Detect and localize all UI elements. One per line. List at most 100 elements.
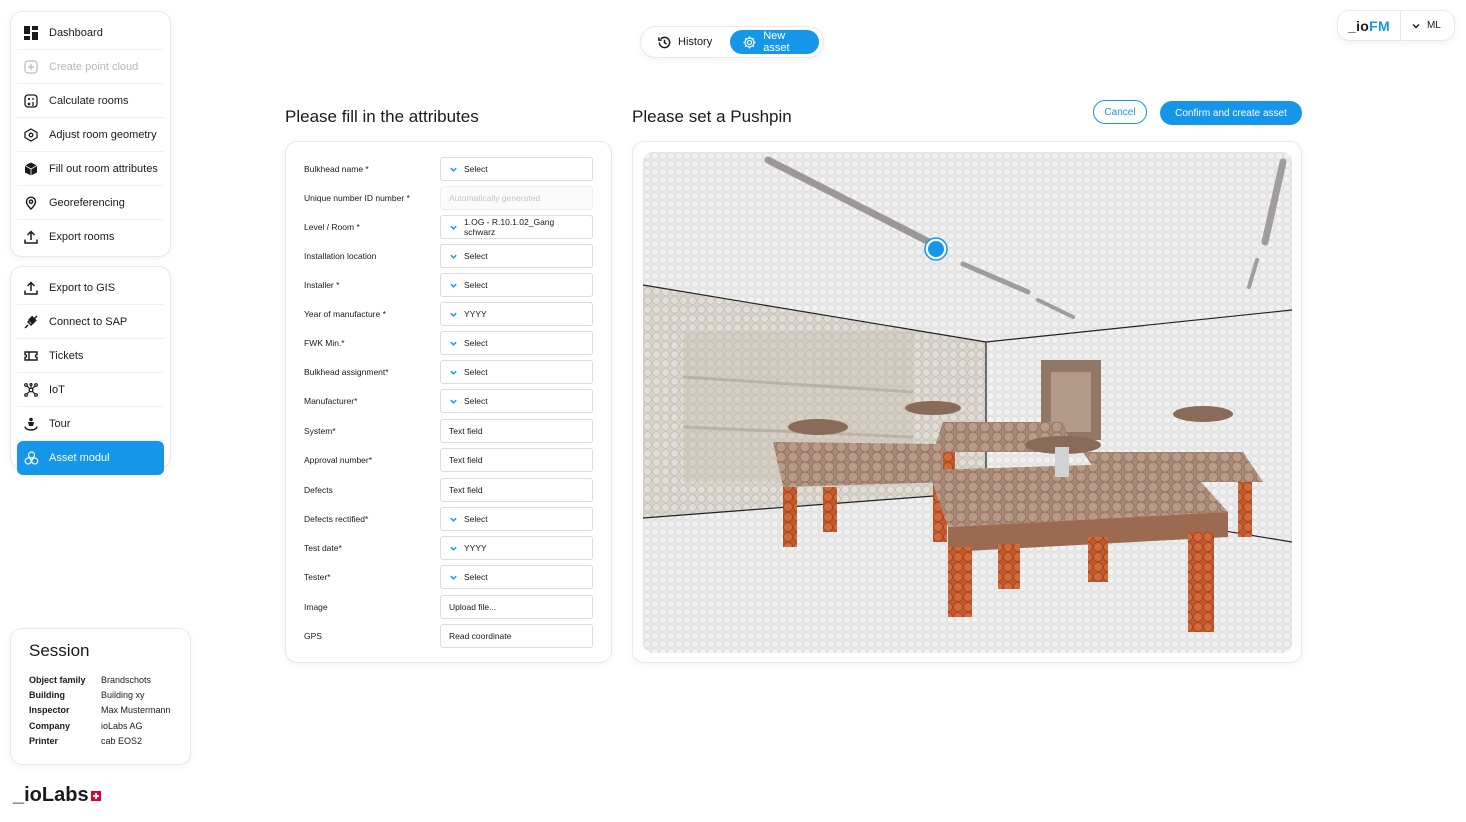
- field-label: Unique number ID number *: [304, 193, 410, 203]
- field-label: Level / Room *: [304, 222, 360, 232]
- image-field[interactable]: Upload file...: [440, 595, 593, 619]
- sidebar-item-label: Asset modul: [49, 452, 110, 464]
- confirm-create-asset-button[interactable]: Confirm and create asset: [1160, 101, 1302, 125]
- module-menu: Export to GIS Connect to SAP Tickets IoT Tou…: [10, 266, 171, 475]
- field-value: Text field: [449, 455, 483, 465]
- sidebar-item-label: Tour: [49, 417, 71, 430]
- sidebar-item-label: Export rooms: [49, 231, 115, 243]
- unique-number-id-number-field: Automatically generated: [440, 186, 593, 210]
- field-label: Test date*: [304, 543, 342, 553]
- chevron-down-icon: [449, 310, 458, 319]
- location-pin-icon: [23, 195, 39, 211]
- field-label: Installation location: [304, 251, 377, 261]
- test-date-select[interactable]: YYYY: [440, 536, 593, 560]
- attributes-form: Bulkhead name * Select Unique number ID nu…: [285, 141, 612, 663]
- sidebar-item-label: Adjust room geometry: [49, 128, 157, 141]
- user-menu[interactable]: ML: [1411, 20, 1441, 31]
- sidebar-item-connect-to-sap[interactable]: Connect to SAP: [17, 305, 164, 339]
- field-value: Upload file...: [449, 602, 497, 612]
- pushpin-title: Please set a Pushpin: [632, 107, 792, 126]
- chevron-down-icon: [449, 223, 458, 232]
- field-label: System*: [304, 426, 336, 436]
- form-row: Bulkhead name * Select: [304, 157, 593, 181]
- form-row: Image Upload file...: [304, 595, 593, 619]
- tour-icon: [23, 416, 39, 432]
- sidebar-item-label: Create point cloud: [49, 60, 139, 73]
- field-value: Select: [464, 514, 488, 524]
- swiss-flag-icon: [90, 790, 101, 801]
- session-info: Object family Brandschots Building Building…: [29, 673, 172, 749]
- field-value: Automatically generated: [449, 193, 541, 203]
- sidebar-item-asset-modul[interactable]: Asset modul: [17, 441, 164, 475]
- session-key: Printer: [29, 735, 59, 746]
- geometry-icon: [23, 127, 39, 143]
- sidebar-item-export-to-gis[interactable]: Export to GIS: [17, 271, 164, 305]
- approval-number-field[interactable]: Text field: [440, 448, 593, 472]
- dashboard-icon: [23, 25, 39, 41]
- session-row: Company ioLabs AG: [29, 719, 172, 734]
- form-row: Bulkhead assignment* Select: [304, 360, 593, 384]
- sidebar-item-tickets[interactable]: Tickets: [17, 339, 164, 373]
- installer-select[interactable]: Select: [440, 273, 593, 297]
- form-row: Defects Text field: [304, 478, 593, 502]
- sidebar-item-iot[interactable]: IoT: [17, 373, 164, 407]
- form-row: Tester* Select: [304, 565, 593, 589]
- field-label: Bulkhead assignment*: [304, 367, 389, 377]
- field-value: Select: [464, 396, 488, 406]
- sidebar-item-tour[interactable]: Tour: [17, 407, 164, 441]
- session-value: cab EOS2: [101, 735, 143, 746]
- installation-location-select[interactable]: Select: [440, 244, 593, 268]
- level-room-select[interactable]: 1.OG - R.10.1.02_Gang schwarz: [440, 215, 593, 239]
- chevron-down-icon: [449, 397, 458, 406]
- session-value: ioLabs AG: [101, 720, 143, 731]
- sidebar-item-calculate-rooms[interactable]: Calculate rooms: [17, 84, 164, 118]
- sidebar-item-georeferencing[interactable]: Georeferencing: [17, 186, 164, 220]
- field-label: Bulkhead name *: [304, 164, 369, 174]
- cube-icon: [23, 161, 39, 177]
- tester-select[interactable]: Select: [440, 565, 593, 589]
- session-key: Inspector: [29, 705, 70, 716]
- form-row: Installer * Select: [304, 273, 593, 297]
- cancel-button[interactable]: Cancel: [1093, 100, 1147, 124]
- bulkhead-name-select[interactable]: Select: [440, 157, 593, 181]
- header-divider: [1399, 10, 1401, 41]
- sidebar-item-label: Fill out room attributes: [49, 162, 158, 175]
- year-of-manufacture-select[interactable]: YYYY: [440, 302, 593, 326]
- ticket-icon: [23, 348, 39, 364]
- sidebar-item-adjust-room-geometry[interactable]: Adjust room geometry: [17, 118, 164, 152]
- field-value: Text field: [449, 485, 483, 495]
- user-initials: ML: [1426, 20, 1441, 31]
- point-cloud-viewer[interactable]: [643, 152, 1292, 653]
- gear-icon: [742, 35, 757, 50]
- session-row: Inspector Max Mustermann: [29, 703, 172, 718]
- defects-rectified-select[interactable]: Select: [440, 507, 593, 531]
- form-row: Installation location Select: [304, 244, 593, 268]
- field-label: Tester*: [304, 572, 331, 582]
- sidebar-item-export-rooms[interactable]: Export rooms: [17, 220, 164, 254]
- point-cloud-scene: [643, 152, 1292, 653]
- form-row: GPS Read coordinate: [304, 624, 593, 648]
- main-menu: Dashboard Create point cloud Calculate roo…: [10, 11, 171, 257]
- history-button[interactable]: History: [645, 30, 722, 54]
- form-row: Manufacturer* Select: [304, 389, 593, 413]
- chevron-down-icon: [449, 281, 458, 290]
- sidebar-item-fill-out-room-attributes[interactable]: Fill out room attributes: [17, 152, 164, 186]
- defects-field[interactable]: Text field: [440, 478, 593, 502]
- field-value: Read coordinate: [449, 631, 512, 641]
- new-asset-button[interactable]: New asset: [730, 30, 819, 54]
- fwk-min-select[interactable]: Select: [440, 331, 593, 355]
- form-row: Year of manufacture * YYYY: [304, 302, 593, 326]
- chevron-down-icon: [449, 339, 458, 348]
- sidebar-item-create-point-cloud: Create point cloud: [17, 50, 164, 84]
- session-panel: Session Object family Brandschots Building…: [10, 628, 191, 765]
- bulkhead-assignment-select[interactable]: Select: [440, 360, 593, 384]
- manufacturer-select[interactable]: Select: [440, 389, 593, 413]
- sidebar-item-label: Export to GIS: [49, 281, 116, 294]
- sidebar-item-dashboard[interactable]: Dashboard: [17, 16, 164, 50]
- gps-field[interactable]: Read coordinate: [440, 624, 593, 648]
- field-value: YYYY: [464, 543, 487, 553]
- session-key: Building: [29, 690, 65, 701]
- sidebar-item-label: IoT: [49, 383, 65, 396]
- system-field[interactable]: Text field: [440, 419, 593, 443]
- session-title: Session: [29, 641, 90, 660]
